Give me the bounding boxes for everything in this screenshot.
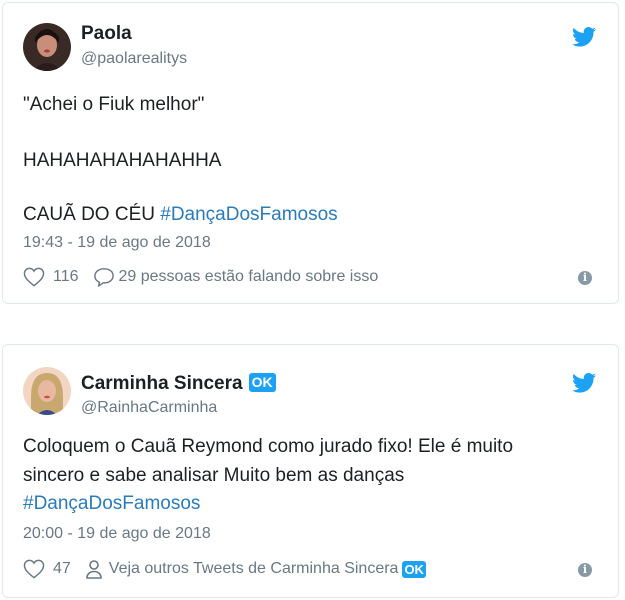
- ok-badge-icon: OK: [402, 560, 426, 578]
- heart-icon[interactable]: [23, 267, 45, 287]
- person-icon[interactable]: [85, 559, 103, 579]
- reply-bubble-icon[interactable]: [93, 267, 115, 287]
- tweet-text-line-2: HAHAHAHAHAHAHHA: [23, 150, 222, 171]
- tweet-text-line-1: Coloquem o Cauã Reymond como jurado fixo…: [23, 436, 514, 457]
- twitter-bird-icon[interactable]: [572, 373, 596, 393]
- twitter-bird-icon[interactable]: [572, 27, 596, 47]
- tweet-timestamp[interactable]: 19:43 - 19 de ago de 2018: [23, 234, 211, 252]
- conversation-link[interactable]: 29 pessoas estão falando sobre isso: [119, 268, 379, 286]
- author-name[interactable]: Carminha Sincera: [81, 373, 243, 394]
- tweet-actions: 47 Veja outros Tweets de Carminha Sincer…: [23, 559, 426, 579]
- like-count[interactable]: 116: [53, 268, 79, 286]
- tweet-actions: 116 29 pessoas estão falando sobre isso: [23, 267, 378, 287]
- author-name-row[interactable]: Carminha Sincera OK: [81, 373, 276, 395]
- author-handle[interactable]: @paolarealitys: [81, 50, 187, 68]
- avatar[interactable]: [23, 23, 71, 71]
- ok-badge-icon: OK: [248, 373, 276, 392]
- tweet-text-line-1: "Achei o Fiuk melhor": [23, 94, 205, 115]
- avatar[interactable]: [23, 367, 71, 415]
- tweet-card-carminha: Carminha Sincera OK @RainhaCarminha Coloq…: [2, 344, 619, 598]
- tweet-text-line-2: sincero e sabe analisar Muito bem as dan…: [23, 465, 405, 486]
- tweet-timestamp[interactable]: 20:00 - 19 de ago de 2018: [23, 525, 211, 543]
- author-name[interactable]: Paola: [81, 23, 132, 45]
- heart-icon[interactable]: [23, 559, 45, 579]
- hashtag-link[interactable]: #DançaDosFamosos: [23, 490, 200, 518]
- author-handle[interactable]: @RainhaCarminha: [81, 399, 217, 417]
- tweet-text-line-3: CAUÃ DO CÉU #DançaDosFamosos: [23, 201, 338, 229]
- hashtag-link[interactable]: #DançaDosFamosos: [160, 204, 337, 225]
- tweet-text: CAUÃ DO CÉU: [23, 204, 155, 225]
- info-icon[interactable]: i: [578, 271, 592, 285]
- tweet-card-paola: Paola @paolarealitys "Achei o Fiuk melho…: [2, 2, 619, 304]
- more-tweets-link[interactable]: Veja outros Tweets de Carminha Sincera: [109, 560, 399, 578]
- like-count[interactable]: 47: [53, 560, 71, 578]
- info-icon[interactable]: i: [578, 563, 592, 577]
